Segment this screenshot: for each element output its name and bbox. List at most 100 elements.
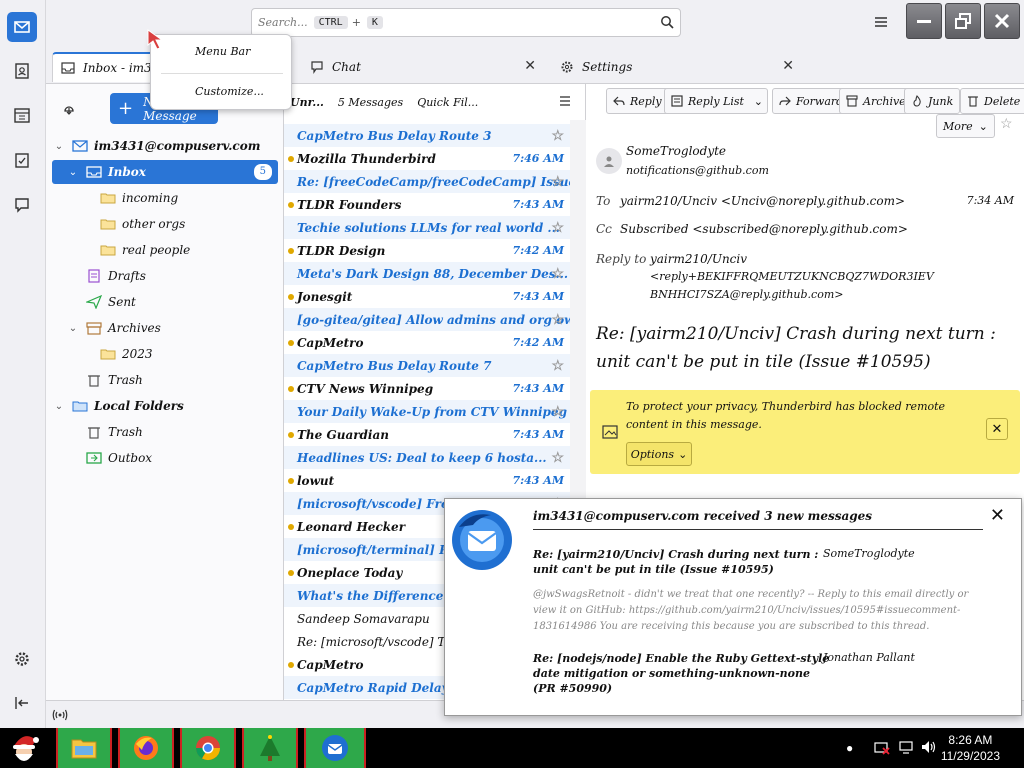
thread-row[interactable]: Re: [freeCodeCamp/freeCodeCamp] Issue: .… [284, 170, 570, 193]
chat-button[interactable] [7, 190, 37, 220]
quick-filter-button[interactable]: Quick Fil... [417, 96, 478, 109]
reply-to-line1[interactable]: yairm210/Unciv [650, 252, 747, 266]
folder-drafts[interactable]: Drafts [52, 264, 278, 288]
folder-sent[interactable]: Sent [52, 290, 278, 314]
folder-local-folders[interactable]: ⌄ Local Folders [52, 394, 278, 418]
taskbar-chrome[interactable] [180, 728, 236, 768]
thread-row[interactable]: CapMetro 7:42 AM [284, 331, 570, 354]
thread-row-date: 7:43 AM [512, 428, 564, 441]
folder-real-people[interactable]: real people [52, 238, 278, 262]
display-options-icon[interactable] [558, 94, 572, 108]
taskbar-firefox[interactable] [118, 728, 174, 768]
tasks-button[interactable] [7, 145, 37, 175]
reply-to-line2[interactable]: <reply+BEKIFFRQMEUTZUKNCBQZ7WDOR3IEV [650, 270, 934, 283]
thread-row[interactable]: CapMetro Bus Delay Route 3 ☆ [284, 124, 570, 147]
close-notification-icon[interactable]: ✕ [986, 418, 1008, 440]
mail-icon [14, 21, 30, 33]
folder-inbox[interactable]: ⌄ Inbox 5 [52, 160, 278, 184]
reply-to-line3[interactable]: BNHHCI7SZA@reply.github.com> [650, 288, 843, 301]
thread-row[interactable]: Jonesgit 7:43 AM [284, 285, 570, 308]
folder-other-orgs[interactable]: other orgs [52, 212, 278, 236]
new-mail-notification[interactable]: im3431@compuserv.com received 3 new mess… [444, 498, 1022, 716]
tray-network-blocked-icon[interactable] [874, 739, 890, 755]
reply-button[interactable]: Reply [606, 88, 669, 114]
taskbar-file-explorer[interactable] [56, 728, 112, 768]
star-icon[interactable]: ☆ [551, 266, 564, 282]
from-address[interactable]: notifications@github.com [626, 164, 769, 177]
thread-row[interactable]: The Guardian 7:43 AM [284, 423, 570, 446]
junk-button[interactable]: Junk [904, 88, 961, 114]
app-menu-icon[interactable] [872, 13, 890, 31]
thread-row[interactable]: lowut 7:43 AM [284, 469, 570, 492]
folder-archives[interactable]: ⌄ Archives [52, 316, 278, 340]
unread-filter-button[interactable]: Unr... [290, 96, 324, 109]
taskbar-christmas-tree[interactable] [242, 728, 298, 768]
notification-msg1-subject[interactable]: Re: [yairm210/Unciv] Crash during next t… [533, 547, 833, 577]
folder-incoming[interactable]: incoming [52, 186, 278, 210]
star-icon[interactable]: ☆ [551, 128, 564, 144]
notification-msg2-subject[interactable]: Re: [nodejs/node] Enable the Ruby Gettex… [533, 651, 833, 696]
chevron-down-icon[interactable]: ⌄ [754, 95, 763, 108]
tray-devices-icon[interactable] [898, 739, 914, 755]
thread-row[interactable]: TLDR Founders 7:43 AM [284, 193, 570, 216]
calendar-button[interactable] [7, 100, 37, 130]
folder-account[interactable]: ⌄ im3431@compuserv.com [52, 134, 278, 158]
thread-row[interactable]: Your Daily Wake-Up from CTV Winnipeg ☆ [284, 400, 570, 423]
tab-settings-close-icon[interactable]: ✕ [782, 58, 794, 74]
thread-row[interactable]: CTV News Winnipeg 7:43 AM [284, 377, 570, 400]
taskbar-thunderbird[interactable] [304, 728, 366, 768]
gear-icon [15, 652, 29, 666]
mail-space-button[interactable] [7, 12, 37, 42]
minimize-icon [917, 20, 931, 23]
taskbar-clock[interactable]: 8:26 AM 11/29/2023 [941, 732, 1000, 764]
collapse-spaces-button[interactable] [7, 688, 37, 718]
close-icon[interactable]: ✕ [990, 505, 1005, 526]
settings-button[interactable] [7, 644, 37, 674]
restore-button[interactable] [945, 3, 981, 39]
close-window-button[interactable] [984, 3, 1020, 39]
chevron-down-icon[interactable]: ⌄ [66, 323, 80, 334]
star-icon[interactable]: ☆ [551, 358, 564, 374]
more-button[interactable]: More ⌄ [936, 114, 995, 138]
menu-item-customize[interactable]: Customize... [195, 85, 264, 98]
thread-row[interactable]: Mozilla Thunderbird 7:46 AM [284, 147, 570, 170]
folder-trash[interactable]: Trash [52, 368, 278, 392]
thread-row[interactable]: TLDR Design 7:42 AM [284, 239, 570, 262]
chevron-down-icon[interactable]: ⌄ [66, 167, 80, 178]
star-icon[interactable]: ☆ [551, 404, 564, 420]
star-icon[interactable]: ☆ [551, 174, 564, 190]
thread-row[interactable]: CapMetro Bus Delay Route 7 ☆ [284, 354, 570, 377]
options-button[interactable]: Options ⌄ [626, 442, 692, 466]
thread-row[interactable]: Meta's Dark Design 88, December Des... ☆ [284, 262, 570, 285]
thread-row[interactable]: Headlines US: Deal to keep 6 hosta... ☆ [284, 446, 570, 469]
wifi-radio-icon[interactable] [52, 708, 68, 722]
search-input[interactable]: Search... CTRL + K [251, 8, 681, 37]
folder-outbox[interactable]: Outbox [52, 446, 278, 470]
tab-chat[interactable]: Chat ✕ [302, 52, 542, 82]
tray-volume-icon[interactable] [920, 739, 938, 755]
star-icon[interactable]: ☆ [551, 220, 564, 236]
tab-settings[interactable]: Settings ✕ [552, 52, 800, 82]
to-value[interactable]: yairm210/Unciv <Unciv@noreply.github.com… [620, 194, 905, 208]
get-messages-icon[interactable] [61, 100, 77, 116]
archive-button[interactable]: Archive [839, 88, 913, 114]
chevron-down-icon[interactable]: ⌄ [52, 141, 66, 152]
folder-archive-year[interactable]: 2023 [52, 342, 278, 366]
star-icon[interactable]: ☆ [1000, 116, 1013, 132]
from-name[interactable]: SomeTroglodyte [626, 144, 726, 158]
cc-value[interactable]: Subscribed <subscribed@noreply.github.co… [620, 222, 908, 236]
star-icon[interactable]: ☆ [551, 312, 564, 328]
folder-local-trash[interactable]: Trash [52, 420, 278, 444]
thread-row[interactable]: Techie solutions LLMs for real world ...… [284, 216, 570, 239]
message-subject: Re: [yairm210/Unciv] Crash during next t… [596, 324, 996, 372]
menu-item-menu-bar[interactable]: Menu Bar [195, 45, 250, 58]
thread-row[interactable]: [go-gitea/gitea] Allow admins and org ow… [284, 308, 570, 331]
tab-chat-close-icon[interactable]: ✕ [524, 58, 536, 74]
star-icon[interactable]: ☆ [551, 450, 564, 466]
start-button[interactable] [4, 730, 44, 766]
delete-button[interactable]: Delete [960, 88, 1024, 114]
address-book-button[interactable] [7, 56, 37, 86]
reply-list-button[interactable]: Reply List ⌄ [664, 88, 768, 114]
minimize-button[interactable] [906, 3, 942, 39]
chevron-down-icon[interactable]: ⌄ [52, 401, 66, 412]
